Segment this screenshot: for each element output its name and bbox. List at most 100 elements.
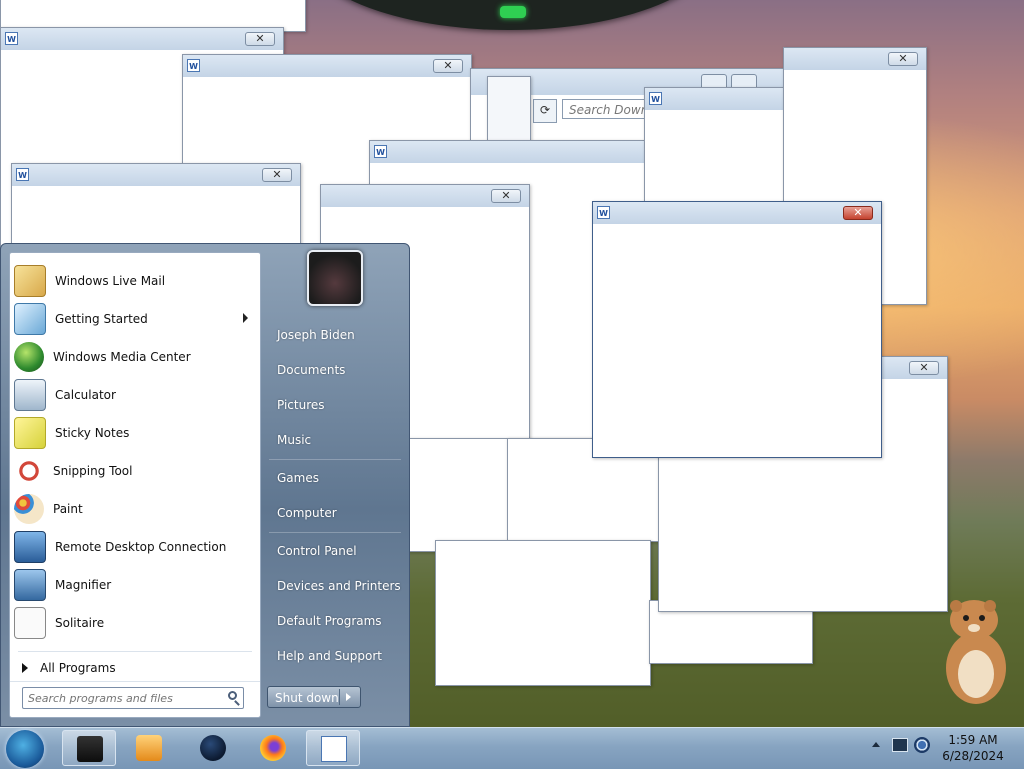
- taskbar-wordpad[interactable]: [306, 730, 360, 766]
- start-item-label: Pictures: [277, 398, 325, 412]
- scissors-icon: [14, 456, 44, 486]
- start-item-computer[interactable]: Computer: [269, 498, 405, 528]
- close-button[interactable]: ✕: [888, 52, 918, 66]
- start-item-label: Games: [277, 471, 319, 485]
- wordpad-icon: W: [374, 145, 387, 158]
- wordpad-icon: W: [187, 59, 200, 72]
- program-label: Snipping Tool: [53, 464, 133, 478]
- start-item-devices-and-printers[interactable]: Devices and Printers: [269, 571, 405, 601]
- window-titlebar[interactable]: W: [645, 88, 785, 110]
- window-titlebar[interactable]: ✕: [784, 48, 926, 70]
- program-sticky-notes[interactable]: Sticky Notes: [12, 415, 258, 451]
- program-label: Magnifier: [55, 578, 112, 592]
- program-label: Windows Live Mail: [55, 274, 166, 288]
- program-label: Sticky Notes: [55, 426, 130, 440]
- media-player-icon: [136, 735, 162, 761]
- chevron-right-icon: [22, 663, 28, 673]
- taskbar-media-player[interactable]: [122, 730, 176, 766]
- chevron-right-icon[interactable]: [346, 693, 351, 701]
- divider: [269, 532, 401, 533]
- shutdown-button[interactable]: Shut down: [267, 686, 361, 708]
- start-item-label: Default Programs: [277, 614, 382, 628]
- program-windows-live-mail[interactable]: Windows Live Mail: [12, 263, 258, 299]
- start-menu: Windows Live Mail Getting Started Window…: [0, 243, 410, 727]
- window-titlebar[interactable]: W: [370, 141, 646, 163]
- window-titlebar[interactable]: W ✕: [1, 28, 283, 50]
- clock-date: 6/28/2024: [942, 749, 1004, 763]
- program-label: Paint: [53, 502, 83, 516]
- program-label: Remote Desktop Connection: [55, 540, 227, 554]
- wordpad-icon: W: [16, 168, 29, 181]
- search-placeholder: Search Downl: [569, 103, 652, 117]
- active-window[interactable]: W ✕: [592, 201, 882, 458]
- divider: [269, 459, 401, 460]
- divider: [10, 681, 260, 682]
- show-hidden-icons-icon[interactable]: [872, 742, 880, 747]
- user-picture[interactable]: [307, 250, 363, 306]
- close-button[interactable]: ✕: [245, 32, 275, 46]
- window-titlebar[interactable]: W ✕: [12, 164, 300, 186]
- start-item-label: Help and Support: [277, 649, 382, 663]
- program-remote-desktop-connection[interactable]: Remote Desktop Connection: [12, 529, 258, 565]
- close-button[interactable]: ✕: [909, 361, 939, 375]
- divider: [339, 689, 340, 705]
- paint-palette-icon: [14, 494, 44, 524]
- globe-icon: [200, 735, 226, 761]
- hamster-figure: [946, 600, 1006, 704]
- system-clock[interactable]: 1:59 AM 6/28/2024: [940, 732, 1006, 764]
- mail-icon: [14, 265, 46, 297]
- program-magnifier[interactable]: Magnifier: [12, 567, 258, 603]
- window-titlebar[interactable]: ✕: [321, 185, 529, 207]
- program-label: Windows Media Center: [53, 350, 191, 364]
- network-icon[interactable]: [914, 737, 930, 753]
- window-titlebar[interactable]: W ✕: [593, 202, 881, 224]
- start-item-help-and-support[interactable]: Help and Support: [269, 641, 405, 671]
- close-button[interactable]: ✕: [262, 168, 292, 182]
- media-center-icon: [14, 342, 44, 372]
- search-input[interactable]: [28, 689, 216, 707]
- divider: [18, 651, 252, 652]
- program-windows-media-center[interactable]: Windows Media Center: [12, 339, 258, 375]
- start-item-control-panel[interactable]: Control Panel: [269, 536, 405, 566]
- all-programs-label: All Programs: [40, 661, 116, 675]
- start-button[interactable]: [6, 730, 44, 768]
- refresh-icon[interactable]: ⟳: [533, 99, 557, 123]
- program-calculator[interactable]: Calculator: [12, 377, 258, 413]
- taskbar-firefox[interactable]: [246, 730, 300, 766]
- wordpad-icon: W: [597, 206, 610, 219]
- program-label: Calculator: [55, 388, 116, 402]
- solitaire-icon: [14, 607, 46, 639]
- close-button[interactable]: ✕: [843, 206, 873, 220]
- window-blank[interactable]: [435, 540, 651, 686]
- start-item-documents[interactable]: Documents: [269, 355, 405, 385]
- window-titlebar[interactable]: W ✕: [183, 55, 471, 77]
- start-item-pictures[interactable]: Pictures: [269, 390, 405, 420]
- taskbar-globe[interactable]: [186, 730, 240, 766]
- program-getting-started[interactable]: Getting Started: [12, 301, 258, 337]
- start-item-label: Computer: [277, 506, 337, 520]
- program-label: Solitaire: [55, 616, 105, 630]
- program-solitaire[interactable]: Solitaire: [12, 605, 258, 641]
- program-snipping-tool[interactable]: Snipping Tool: [12, 453, 258, 489]
- firefox-icon: [260, 735, 286, 761]
- getting-started-icon: [14, 303, 46, 335]
- remote-desktop-icon: [14, 531, 46, 563]
- start-item-label: Joseph Biden: [277, 328, 355, 342]
- chevron-right-icon: [243, 313, 248, 323]
- wordpad-icon: [321, 736, 347, 762]
- start-item-default-programs[interactable]: Default Programs: [269, 606, 405, 636]
- start-item-user-name[interactable]: Joseph Biden: [269, 320, 405, 350]
- all-programs-button[interactable]: All Programs: [12, 657, 258, 679]
- clock-time: 1:59 AM: [948, 733, 998, 747]
- program-paint[interactable]: Paint: [12, 491, 258, 527]
- start-item-games[interactable]: Games: [269, 463, 405, 493]
- start-item-music[interactable]: Music: [269, 425, 405, 455]
- taskbar-explorer[interactable]: [62, 730, 116, 766]
- close-button[interactable]: ✕: [491, 189, 521, 203]
- action-center-icon[interactable]: [892, 738, 908, 752]
- program-label: Getting Started: [55, 312, 148, 326]
- search-box[interactable]: [22, 687, 244, 709]
- search-icon[interactable]: [228, 691, 237, 700]
- close-button[interactable]: ✕: [433, 59, 463, 73]
- calculator-icon: [14, 379, 46, 411]
